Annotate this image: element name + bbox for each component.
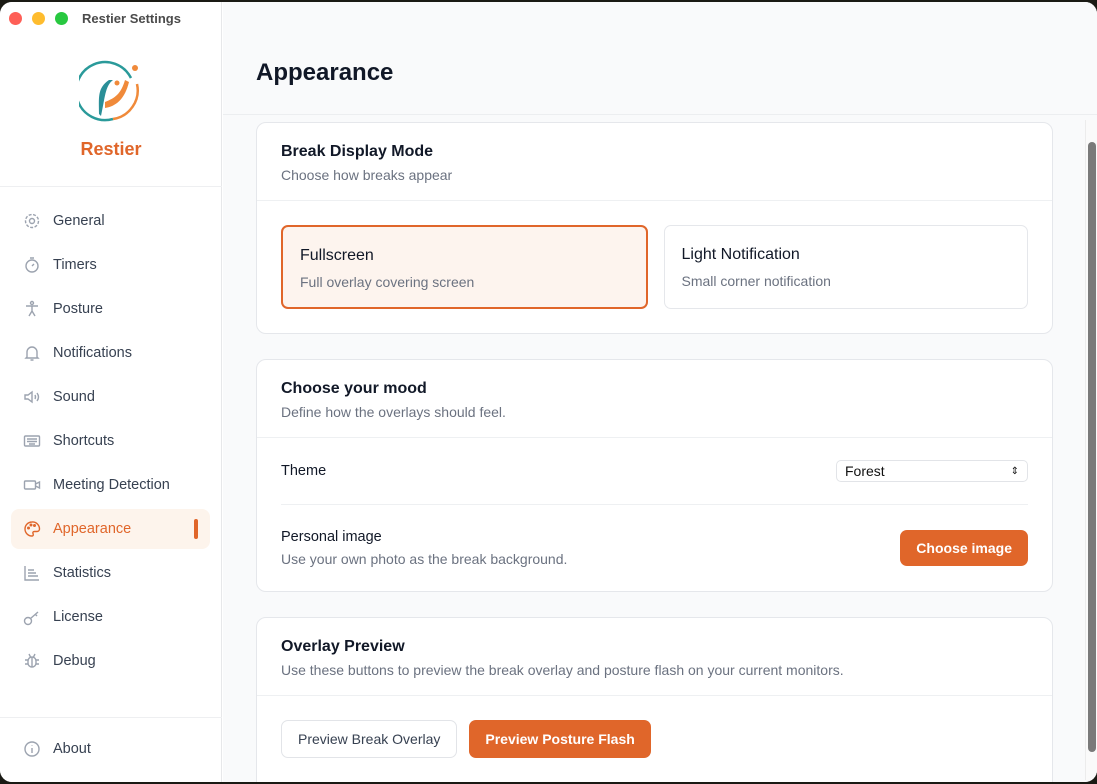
- sidebar-item-timers[interactable]: Timers: [11, 245, 210, 285]
- person-icon: [23, 300, 41, 318]
- card-subtitle: Define how the overlays should feel.: [281, 404, 1028, 420]
- sidebar: Restier Settings Restier General Timers …: [0, 2, 222, 782]
- sidebar-item-meeting-detection[interactable]: Meeting Detection: [11, 465, 210, 505]
- info-icon: [23, 740, 41, 758]
- sidebar-item-shortcuts[interactable]: Shortcuts: [11, 421, 210, 461]
- active-indicator: [194, 519, 198, 539]
- palette-icon: [23, 520, 41, 538]
- bug-icon: [23, 652, 41, 670]
- brand: Restier: [0, 58, 222, 160]
- personal-image-label: Personal image: [281, 529, 567, 545]
- personal-image-row: Personal image Use your own photo as the …: [281, 505, 1028, 591]
- sidebar-item-label: Appearance: [53, 521, 131, 537]
- sidebar-item-license[interactable]: License: [11, 597, 210, 637]
- choose-image-button[interactable]: Choose image: [900, 530, 1028, 566]
- sidebar-item-label: Debug: [53, 653, 96, 669]
- close-button[interactable]: [9, 12, 22, 25]
- sidebar-item-sound[interactable]: Sound: [11, 377, 210, 417]
- chart-icon: [23, 564, 41, 582]
- gear-icon: [23, 212, 41, 230]
- zoom-button[interactable]: [55, 12, 68, 25]
- keyboard-icon: [23, 432, 41, 450]
- sidebar-item-notifications[interactable]: Notifications: [11, 333, 210, 373]
- mood-card: Choose your mood Define how the overlays …: [256, 359, 1053, 592]
- scrollbar-thumb[interactable]: [1088, 142, 1096, 752]
- page-title: Appearance: [256, 59, 1097, 87]
- window-title: Restier Settings: [82, 11, 181, 26]
- scrollbar[interactable]: [1085, 120, 1097, 780]
- sidebar-item-label: About: [53, 741, 91, 757]
- key-icon: [23, 608, 41, 626]
- card-title: Overlay Preview: [281, 638, 1028, 656]
- chevron-up-down-icon: ⇕: [1011, 466, 1019, 477]
- divider: [0, 186, 222, 187]
- page-header: Appearance: [223, 2, 1097, 115]
- mode-desc: Small corner notification: [682, 273, 1011, 289]
- sidebar-item-label: Sound: [53, 389, 95, 405]
- sidebar-item-label: Notifications: [53, 345, 132, 361]
- restier-logo-icon: [79, 58, 143, 122]
- sidebar-item-label: Meeting Detection: [53, 477, 170, 493]
- card-title: Break Display Mode: [281, 143, 1028, 161]
- mode-option-light-notification[interactable]: Light Notification Small corner notificat…: [664, 225, 1029, 309]
- overlay-preview-card: Overlay Preview Use these buttons to prev…: [256, 617, 1053, 782]
- preview-break-overlay-button[interactable]: Preview Break Overlay: [281, 720, 457, 758]
- sidebar-item-label: Shortcuts: [53, 433, 114, 449]
- sidebar-item-label: General: [53, 213, 105, 229]
- mode-title: Fullscreen: [300, 247, 629, 265]
- sidebar-item-label: Statistics: [53, 565, 111, 581]
- sidebar-item-label: Timers: [53, 257, 97, 273]
- sidebar-item-general[interactable]: General: [11, 201, 210, 241]
- divider: [0, 717, 222, 718]
- theme-label: Theme: [281, 463, 326, 479]
- sidebar-item-statistics[interactable]: Statistics: [11, 553, 210, 593]
- card-subtitle: Use these buttons to preview the break o…: [281, 662, 1028, 678]
- theme-row: Theme Forest ⇕: [281, 438, 1028, 505]
- sidebar-item-debug[interactable]: Debug: [11, 641, 210, 681]
- stopwatch-icon: [23, 256, 41, 274]
- sidebar-item-label: License: [53, 609, 103, 625]
- theme-value: Forest: [845, 463, 885, 479]
- sidebar-item-posture[interactable]: Posture: [11, 289, 210, 329]
- main-content: Appearance Break Display Mode Choose how …: [223, 2, 1097, 782]
- personal-image-desc: Use your own photo as the break backgrou…: [281, 551, 567, 567]
- sidebar-item-label: Posture: [53, 301, 103, 317]
- break-display-mode-card: Break Display Mode Choose how breaks appe…: [256, 122, 1053, 334]
- minimize-button[interactable]: [32, 12, 45, 25]
- sidebar-item-appearance[interactable]: Appearance: [11, 509, 210, 549]
- mode-desc: Full overlay covering screen: [300, 274, 629, 290]
- card-title: Choose your mood: [281, 380, 1028, 398]
- brand-name: Restier: [0, 139, 222, 160]
- mode-option-fullscreen[interactable]: Fullscreen Full overlay covering screen: [281, 225, 648, 309]
- mode-title: Light Notification: [682, 246, 1011, 264]
- bell-icon: [23, 344, 41, 362]
- sidebar-item-about[interactable]: About: [11, 729, 210, 769]
- video-icon: [23, 476, 41, 494]
- speaker-icon: [23, 388, 41, 406]
- settings-window: Restier Settings Restier General Timers …: [0, 2, 1097, 782]
- titlebar: Restier Settings: [0, 2, 222, 34]
- preview-posture-flash-button[interactable]: Preview Posture Flash: [469, 720, 650, 758]
- theme-select[interactable]: Forest ⇕: [836, 460, 1028, 482]
- card-subtitle: Choose how breaks appear: [281, 167, 1028, 183]
- sidebar-nav: General Timers Posture Notifications Sou…: [11, 201, 210, 685]
